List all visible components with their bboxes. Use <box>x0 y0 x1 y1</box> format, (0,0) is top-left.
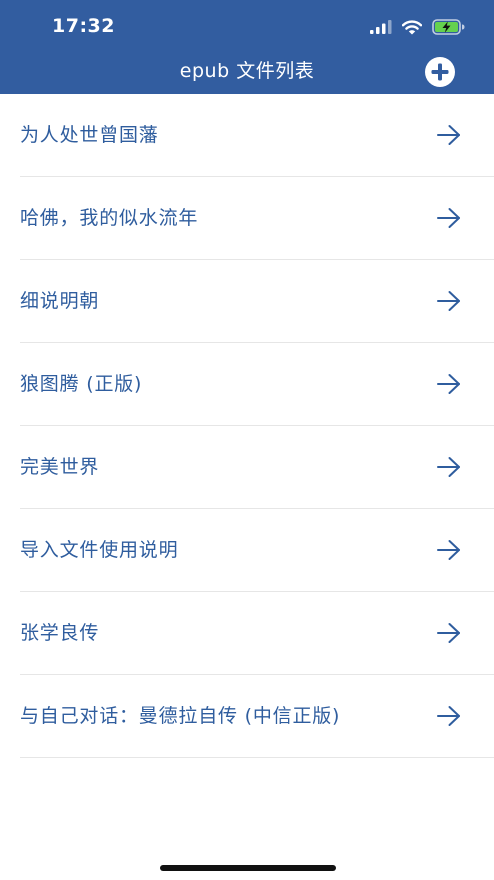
list-item[interactable]: 为人处世曾国藩 <box>0 94 494 177</box>
file-title: 完美世界 <box>20 456 100 478</box>
list-item[interactable]: 哈佛，我的似水流年 <box>0 177 494 260</box>
status-time: 17:32 <box>52 15 115 37</box>
file-title: 哈佛，我的似水流年 <box>20 207 199 229</box>
epub-file-list: 为人处世曾国藩 哈佛，我的似水流年 细说明朝 狼图腾 (正版) 完美世界 导入文… <box>0 94 494 758</box>
list-item[interactable]: 狼图腾 (正版) <box>0 343 494 426</box>
file-title: 导入文件使用说明 <box>20 539 179 561</box>
wifi-icon <box>402 19 422 34</box>
arrow-right-icon <box>437 457 460 477</box>
file-title: 狼图腾 (正版) <box>20 373 143 395</box>
status-icons <box>370 17 466 37</box>
file-title: 与自己对话：曼德拉自传 (中信正版) <box>20 705 341 727</box>
list-item[interactable]: 导入文件使用说明 <box>0 509 494 592</box>
arrow-right-icon <box>437 208 460 228</box>
list-item[interactable]: 完美世界 <box>0 426 494 509</box>
add-file-button[interactable] <box>424 56 456 88</box>
navigation-bar: epub 文件列表 <box>0 50 494 94</box>
screen: 17:32 epub 文件列表 为人处世曾国藩 哈佛，我的似水流年 细说明朝 狼… <box>0 0 494 880</box>
list-item[interactable]: 与自己对话：曼德拉自传 (中信正版) <box>0 675 494 758</box>
battery-charging-icon <box>432 19 465 35</box>
arrow-right-icon <box>437 706 460 726</box>
arrow-right-icon <box>437 540 460 560</box>
file-title: 细说明朝 <box>20 290 100 312</box>
arrow-right-icon <box>437 374 460 394</box>
list-item[interactable]: 细说明朝 <box>0 260 494 343</box>
file-title: 为人处世曾国藩 <box>20 124 159 146</box>
home-indicator[interactable] <box>160 865 336 871</box>
cellular-signal-icon <box>370 20 392 34</box>
arrow-right-icon <box>437 623 460 643</box>
page-title: epub 文件列表 <box>179 60 315 82</box>
status-bar: 17:32 <box>0 0 494 50</box>
plus-circle-icon <box>425 57 455 87</box>
arrow-right-icon <box>437 291 460 311</box>
arrow-right-icon <box>437 125 460 145</box>
list-item[interactable]: 张学良传 <box>0 592 494 675</box>
app-header: 17:32 epub 文件列表 <box>0 0 494 94</box>
file-title: 张学良传 <box>20 622 100 644</box>
